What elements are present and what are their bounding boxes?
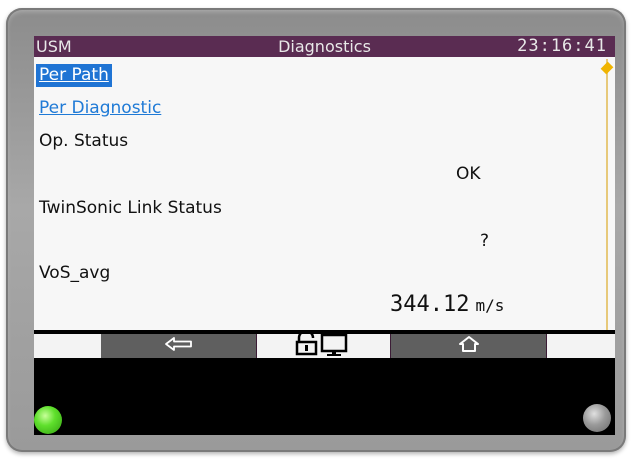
back-arrow-icon [164,336,194,356]
device-screen: USM Diagnostics 23:16:41 Per Path Per Di… [34,36,615,435]
scrollbar-track [606,59,608,330]
lock-screen-button[interactable] [257,329,391,360]
back-button[interactable] [101,334,257,358]
lock-screen-icon [293,329,355,360]
vos-avg-unit: m/s [475,296,505,315]
vos-avg-value: 344.12 [390,292,470,317]
scrollbar[interactable] [600,57,614,330]
status-led-green [34,406,62,434]
home-icon [458,335,480,357]
bottom-panel [34,364,615,435]
op-status-value: OK [456,164,481,184]
status-led-gray [583,404,611,432]
op-status-label: Op. Status [39,131,129,151]
twinsonic-link-status-label: TwinSonic Link Status [39,198,222,218]
diagnostics-content: Per Path Per Diagnostic Op. Status OK Tw… [34,57,615,330]
nav-spacer-right [547,334,615,358]
nav-spacer-left [34,334,101,358]
title-bar: USM Diagnostics 23:16:41 [34,36,615,57]
menu-item-per-diagnostic[interactable]: Per Diagnostic [39,98,161,118]
vos-avg-readout: 344.12 m/s [390,292,504,317]
clock: 23:16:41 [517,36,607,56]
home-button[interactable] [391,334,547,358]
twinsonic-link-status-value: ? [480,231,490,251]
vos-avg-label: VoS_avg [39,263,111,283]
scrollbar-thumb[interactable] [600,61,614,75]
menu-item-per-path[interactable]: Per Path [36,64,112,87]
nav-bar [34,329,615,364]
